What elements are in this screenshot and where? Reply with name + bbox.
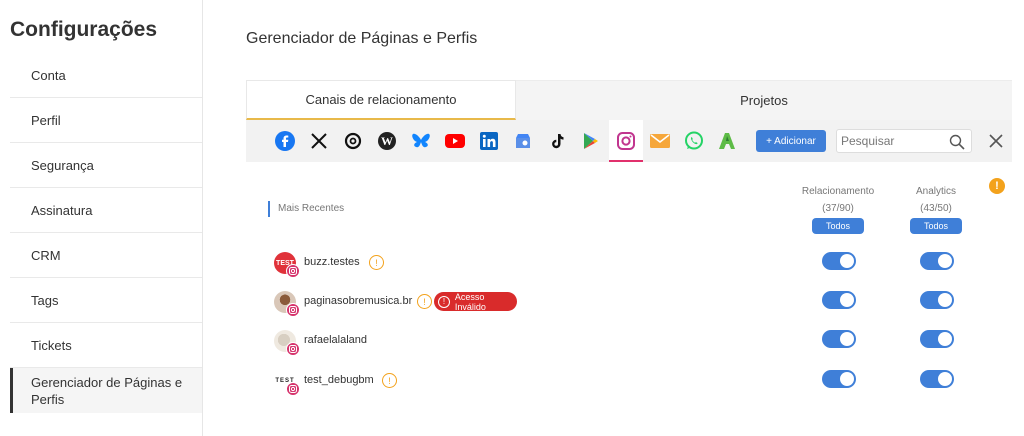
toggle-knob <box>840 332 854 346</box>
toggle-knob <box>938 332 952 346</box>
search-box <box>836 129 972 153</box>
sidebar-item-tickets[interactable]: Tickets <box>10 323 202 368</box>
error-icon: ! <box>438 295 450 308</box>
sidebar-item-label: Conta <box>31 67 66 83</box>
table-row: TEST buzz.testes ! <box>274 252 994 280</box>
account-name: test_debugbm <box>304 374 374 386</box>
tiktok-icon[interactable] <box>545 129 569 153</box>
toggle-knob <box>938 293 952 307</box>
sidebar-item-label: Segurança <box>31 157 94 173</box>
google-play-icon[interactable] <box>579 129 603 153</box>
svg-text:W: W <box>381 134 393 148</box>
sidebar-item-conta[interactable]: Conta <box>10 53 202 98</box>
linkedin-icon[interactable] <box>477 129 501 153</box>
tabs: Canais de relacionamento Projetos <box>246 80 1012 120</box>
sidebar-item-seguranca[interactable]: Segurança <box>10 143 202 188</box>
close-icon[interactable] <box>986 131 1006 151</box>
toggle-knob <box>840 293 854 307</box>
warning-icon[interactable]: ! <box>989 178 1005 194</box>
settings-sidebar: Configurações Conta Perfil Segurança Ass… <box>0 0 203 436</box>
google-business-icon[interactable] <box>511 129 535 153</box>
toggle-knob <box>840 372 854 386</box>
bluesky-icon[interactable] <box>409 129 433 153</box>
instagram-badge-icon <box>286 303 300 317</box>
analytics-filter-all-button[interactable]: Todos <box>910 218 962 234</box>
relationship-toggle[interactable] <box>822 291 856 309</box>
sidebar-item-label: Gerenciador de Páginas e Perfis <box>31 374 183 407</box>
tab-channels[interactable]: Canais de relacionamento <box>246 80 516 120</box>
email-icon[interactable] <box>648 129 672 153</box>
tab-projects[interactable]: Projetos <box>516 80 1012 120</box>
analytics-toggle[interactable] <box>920 370 954 388</box>
invalid-access-label: Acesso Inválido <box>454 291 486 312</box>
sidebar-item-label: Tickets <box>31 337 72 353</box>
page-title: Gerenciador de Páginas e Perfis <box>246 30 478 47</box>
account-name: buzz.testes <box>304 256 360 268</box>
sidebar-item-label: Assinatura <box>31 202 93 218</box>
network-toolbar: W + Adicionar <box>246 120 1012 162</box>
account-name: rafaelalaland <box>304 334 367 346</box>
column-analytics-count: (43/50) <box>920 203 952 214</box>
sidebar-item-page-manager[interactable]: Gerenciador de Páginas e Perfis <box>10 368 202 413</box>
youtube-icon[interactable] <box>443 129 467 153</box>
warning-icon[interactable]: ! <box>417 294 432 309</box>
analytics-toggle[interactable] <box>920 252 954 270</box>
facebook-icon[interactable] <box>273 129 297 153</box>
sidebar-item-label: Tags <box>31 292 59 308</box>
column-relationship-title: Relacionamento <box>801 186 875 197</box>
toggle-knob <box>938 372 952 386</box>
wordpress-icon[interactable]: W <box>375 129 399 153</box>
sidebar-item-assinatura[interactable]: Assinatura <box>10 188 202 233</box>
relationship-toggle[interactable] <box>822 252 856 270</box>
whatsapp-icon[interactable] <box>682 129 706 153</box>
search-icon[interactable] <box>949 134 965 150</box>
warning-icon[interactable]: ! <box>369 255 384 270</box>
sidebar-item-label: CRM <box>31 247 61 263</box>
column-analytics-title: Analytics <box>915 186 956 197</box>
toggle-knob <box>840 254 854 268</box>
warning-icon[interactable]: ! <box>382 373 397 388</box>
table-row: rafaelalaland <box>274 330 994 358</box>
analytics-toggle[interactable] <box>920 330 954 348</box>
instagram-badge-icon <box>286 342 300 356</box>
sidebar-item-crm[interactable]: CRM <box>10 233 202 278</box>
sidebar-item-perfil[interactable]: Perfil <box>10 98 202 143</box>
x-icon[interactable] <box>307 129 331 153</box>
add-button[interactable]: + Adicionar <box>756 130 826 152</box>
relationship-toggle[interactable] <box>822 370 856 388</box>
sidebar-item-tags[interactable]: Tags <box>10 278 202 323</box>
invalid-access-badge[interactable]: ! Acesso Inválido <box>434 291 517 312</box>
account-name: paginasobremusica.br <box>304 295 413 307</box>
sidebar-item-label: Perfil <box>31 112 61 128</box>
analytics-toggle[interactable] <box>920 291 954 309</box>
search-input[interactable] <box>841 133 941 149</box>
relationship-filter-all-button[interactable]: Todos <box>812 218 864 234</box>
instagram-icon[interactable] <box>614 129 638 153</box>
recent-label: Mais Recentes <box>268 201 344 217</box>
table-row: TEST test_debugbm ! <box>274 370 994 398</box>
sidebar-title: Configurações <box>10 18 158 41</box>
instagram-badge-icon <box>286 382 300 396</box>
column-relationship-count: (37/90) <box>822 203 854 214</box>
reclame-aqui-icon[interactable] <box>716 129 740 153</box>
instagram-badge-icon <box>286 264 300 278</box>
toggle-knob <box>938 254 952 268</box>
relationship-toggle[interactable] <box>822 330 856 348</box>
table-row: paginasobremusica.br ! ! Acesso Inválido <box>274 291 994 319</box>
threads-icon[interactable] <box>341 129 365 153</box>
